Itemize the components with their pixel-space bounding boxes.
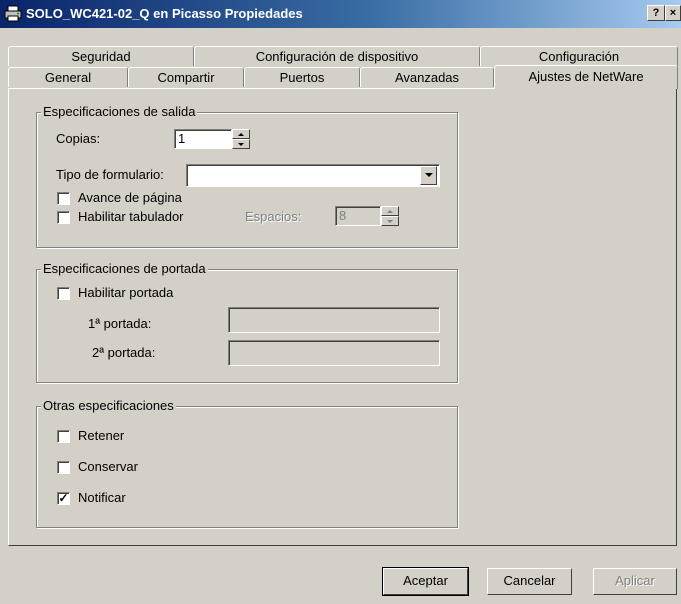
- copies-label: Copias:: [56, 131, 101, 146]
- arrow-up-icon: [238, 133, 244, 136]
- cancel-button[interactable]: Cancelar: [487, 568, 572, 595]
- title-bar: SOLO_WC421-02_Q en Picasso Propiedades ?…: [0, 0, 681, 28]
- form-feed-checkbox[interactable]: [57, 192, 70, 205]
- copies-down-button[interactable]: [232, 139, 250, 149]
- spaces-spinner[interactable]: [381, 206, 399, 226]
- banner2-label: 2ª portada:: [92, 345, 156, 360]
- copies-input[interactable]: 1: [174, 129, 232, 149]
- form-feed-label: Avance de página: [78, 190, 182, 205]
- enable-banner-label: Habilitar portada: [78, 285, 174, 300]
- banner-settings-legend: Especificaciones de portada: [41, 261, 208, 276]
- copies-spinner[interactable]: [232, 129, 250, 149]
- tab-seguridad[interactable]: Seguridad: [8, 46, 194, 66]
- copies-value: 1: [178, 131, 186, 146]
- checkmark-icon: ✓: [58, 491, 69, 505]
- window-title: SOLO_WC421-02_Q en Picasso Propiedades: [26, 6, 303, 21]
- spaces-value: 8: [339, 208, 347, 223]
- tab-avanzadas[interactable]: Avanzadas: [360, 67, 494, 87]
- output-settings-legend: Especificaciones de salida: [41, 104, 198, 119]
- form-type-select[interactable]: [186, 164, 440, 187]
- spaces-label: Espacios:: [245, 209, 302, 224]
- enable-banner-checkbox[interactable]: [57, 287, 70, 300]
- printer-icon: [4, 5, 22, 22]
- arrow-down-icon: [238, 143, 244, 146]
- notify-label: Notificar: [78, 490, 126, 505]
- form-type-label: Tipo de formulario:: [56, 167, 164, 182]
- banner2-input[interactable]: [228, 340, 440, 366]
- tab-configuracion[interactable]: Configuración: [480, 46, 678, 66]
- apply-button[interactable]: Aplicar: [593, 568, 677, 595]
- tab-general[interactable]: General: [8, 67, 128, 87]
- spaces-down-button[interactable]: [381, 216, 399, 226]
- banner1-label: 1ª portada:: [88, 316, 152, 331]
- notify-checkbox[interactable]: ✓: [57, 492, 70, 505]
- keep-label: Conservar: [78, 459, 138, 474]
- tab-compartir[interactable]: Compartir: [128, 67, 244, 87]
- close-button[interactable]: ×: [665, 5, 681, 21]
- hold-label: Retener: [78, 428, 125, 443]
- form-type-dropdown-button[interactable]: [420, 166, 437, 185]
- banner1-input[interactable]: [228, 307, 440, 333]
- other-settings-legend: Otras especificaciones: [41, 398, 176, 413]
- tab-configuracion-dispositivo[interactable]: Configuración de dispositivo: [194, 46, 480, 66]
- help-button[interactable]: ?: [647, 5, 665, 21]
- spaces-input[interactable]: 8: [335, 206, 381, 226]
- spaces-up-button[interactable]: [381, 206, 399, 216]
- tab-puertos[interactable]: Puertos: [244, 67, 360, 87]
- enable-tabs-label: Habilitar tabulador: [78, 209, 184, 224]
- copies-up-button[interactable]: [232, 129, 250, 139]
- tab-ajustes-netware[interactable]: Ajustes de NetWare: [494, 65, 678, 89]
- chevron-down-icon: [425, 173, 433, 177]
- arrow-up-icon: [387, 210, 393, 213]
- ok-button[interactable]: Aceptar: [382, 567, 469, 596]
- keep-checkbox[interactable]: [57, 461, 70, 474]
- enable-tabs-checkbox[interactable]: [57, 211, 70, 224]
- hold-checkbox[interactable]: [57, 430, 70, 443]
- arrow-down-icon: [387, 220, 393, 223]
